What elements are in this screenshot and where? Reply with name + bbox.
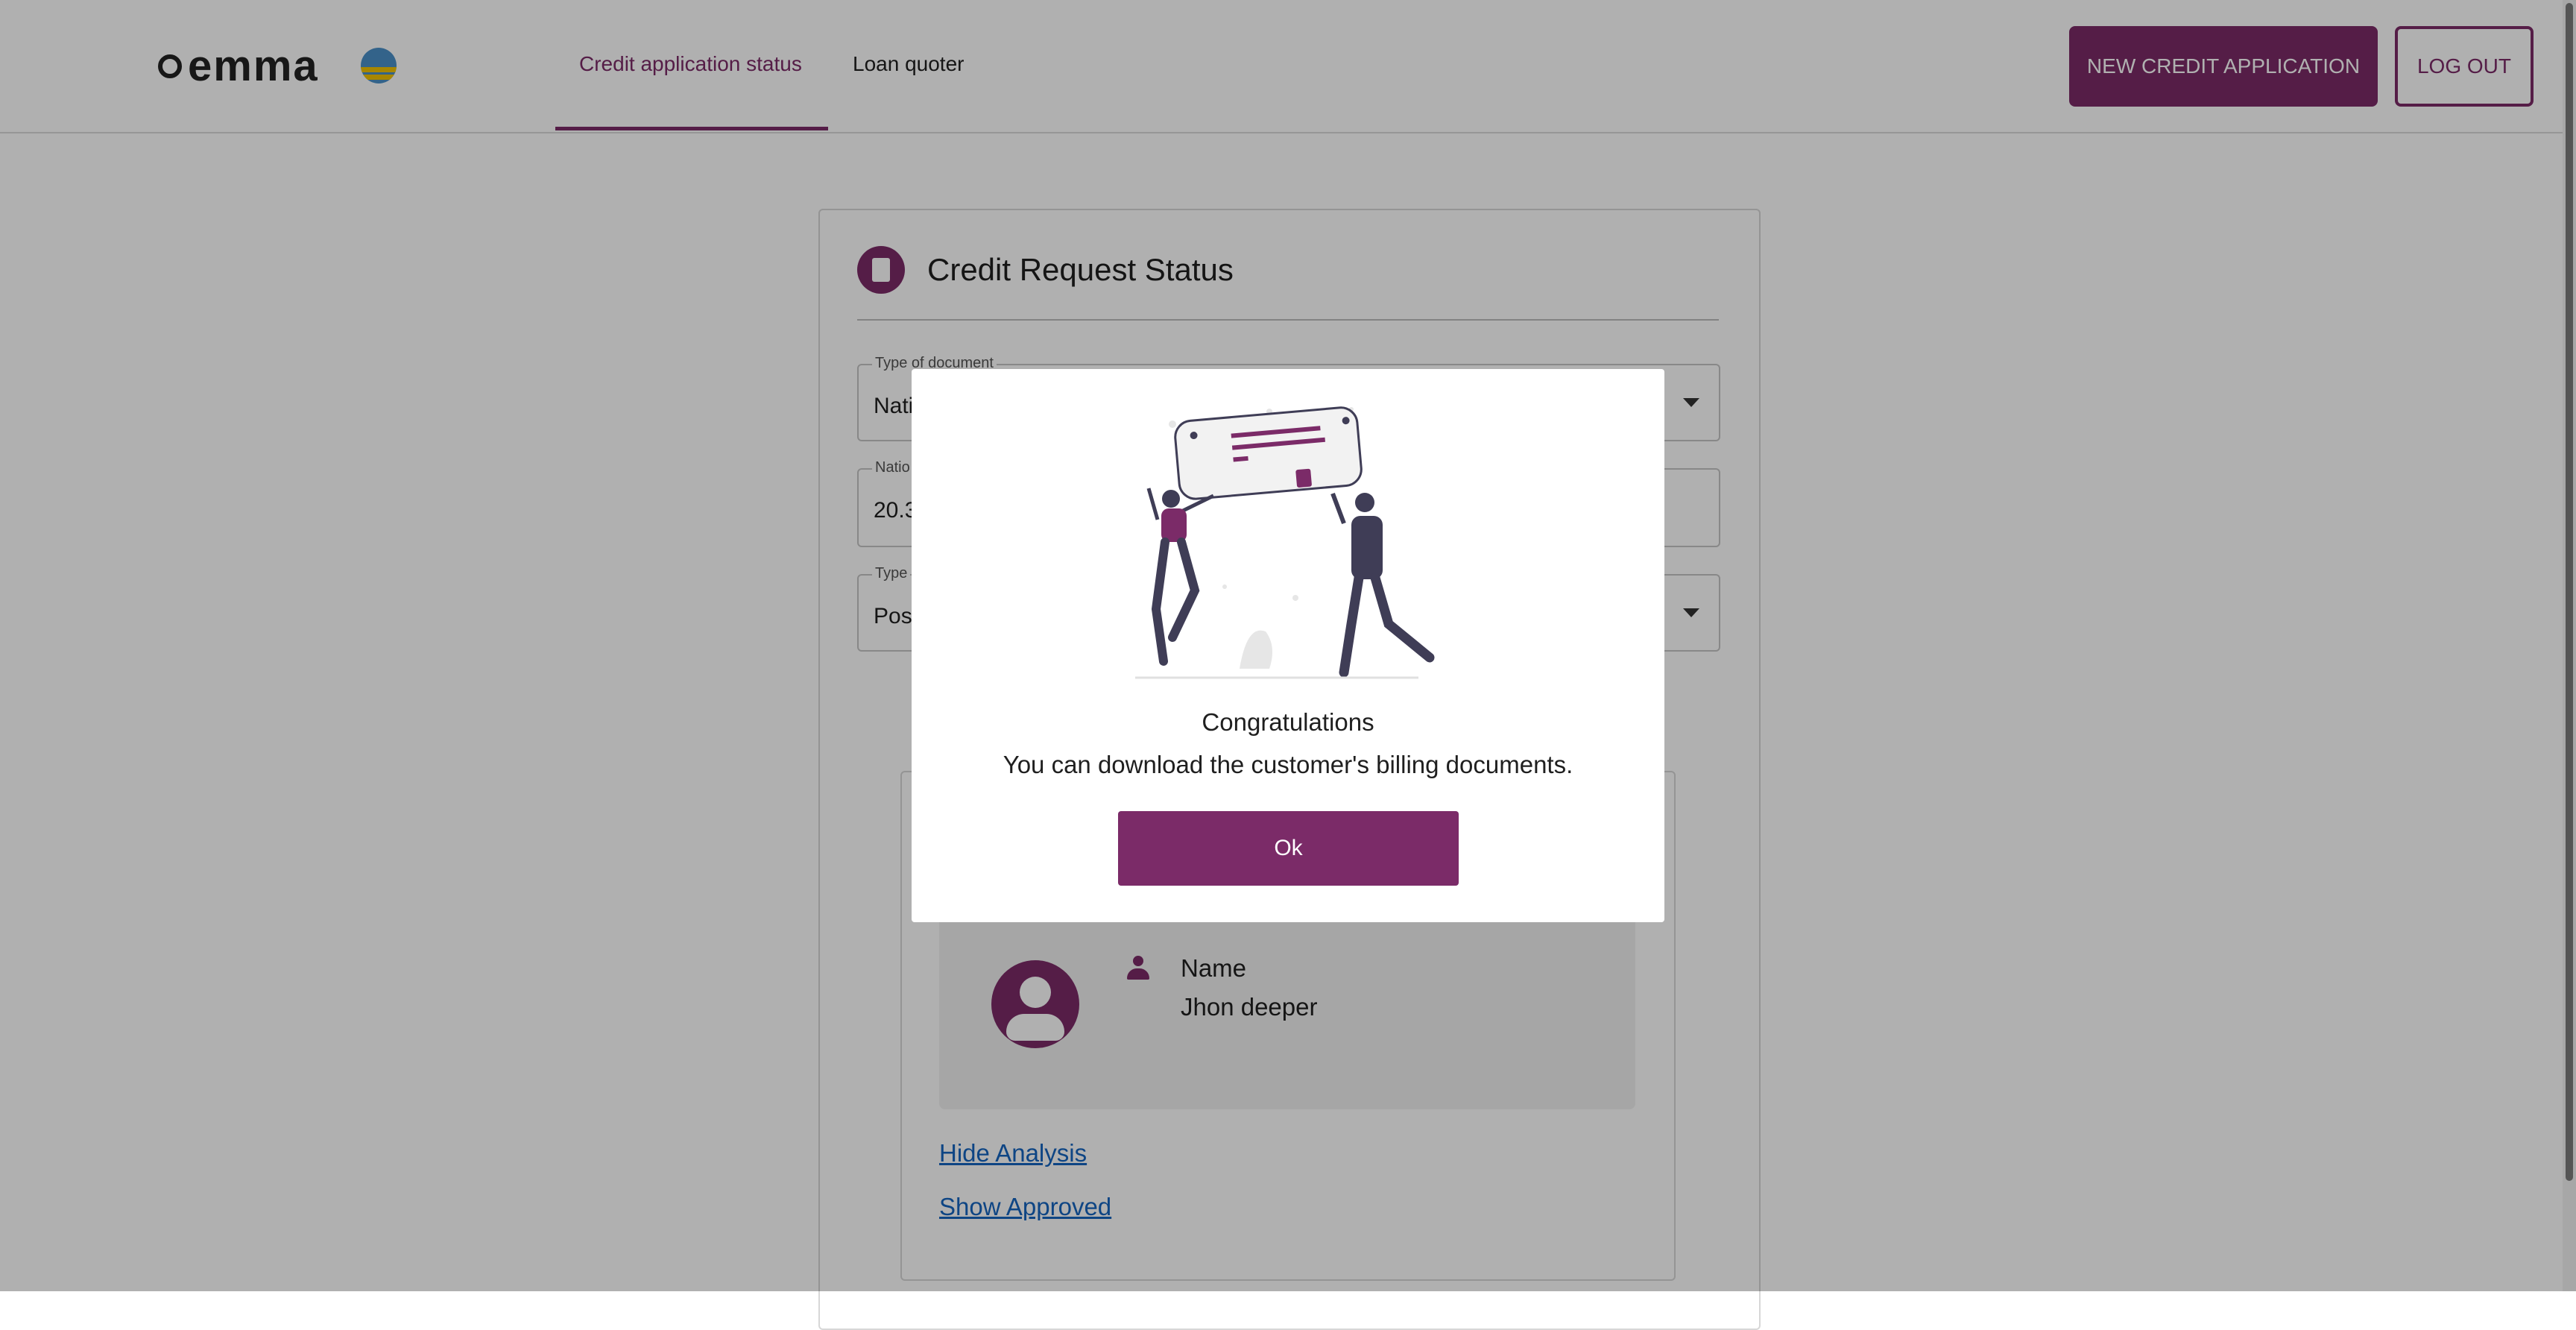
celebration-illustration bbox=[1135, 406, 1435, 679]
congratulations-dialog: Congratulations You can download the cus… bbox=[912, 369, 1664, 922]
dialog-message: You can download the customer's billing … bbox=[1003, 751, 1573, 778]
ok-button[interactable]: Ok bbox=[1118, 811, 1459, 886]
dialog-title: Congratulations bbox=[1202, 708, 1374, 736]
